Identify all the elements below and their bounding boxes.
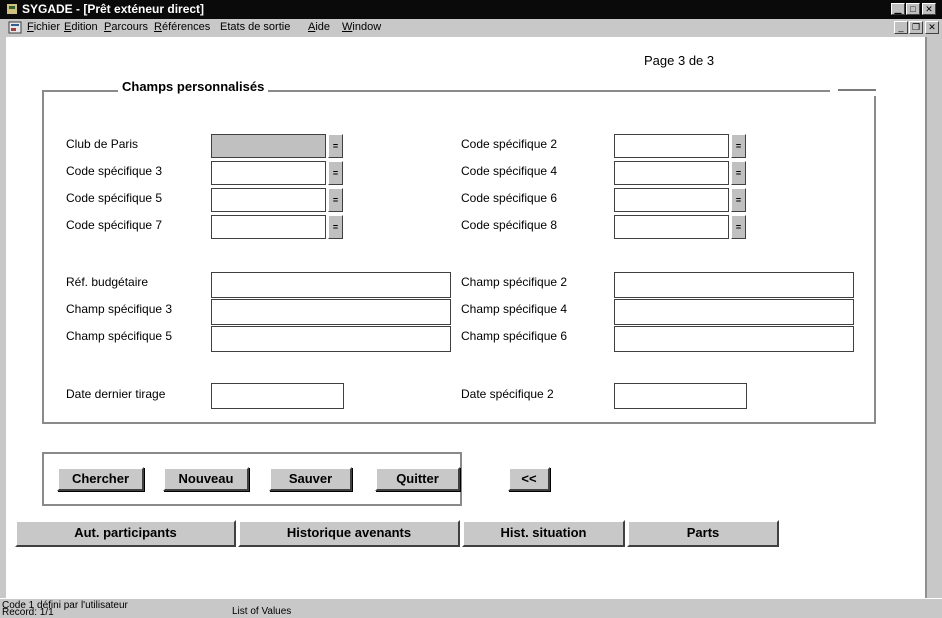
code-3-field[interactable] xyxy=(211,161,326,185)
title-bar: SYGADE - [Prêt exténeur direct] ▁ □ ✕ xyxy=(0,0,942,19)
menu-bar: Fichier Edition Parcours Références Etat… xyxy=(0,19,942,36)
menu-references-label: éférences xyxy=(161,21,211,33)
menu-etats-label: Etats de sortie xyxy=(220,21,291,33)
code-6-field[interactable] xyxy=(614,188,729,212)
code-4-field[interactable] xyxy=(614,161,729,185)
group-frame-tick xyxy=(838,89,876,91)
tab-historique-avenants[interactable]: Historique avenants xyxy=(238,520,460,547)
code-2-label: Code spécifique 2 xyxy=(461,137,558,151)
menu-parcours-label: arcours xyxy=(111,21,149,33)
code-7-lov-button[interactable]: = xyxy=(328,215,343,239)
code-8-label: Code spécifique 8 xyxy=(461,218,558,232)
menu-edition[interactable]: Edition xyxy=(64,21,98,33)
menu-window-mnemonic: W xyxy=(342,21,353,33)
page-indicator: Page 3 de 3 xyxy=(644,53,715,68)
code-6-label: Code spécifique 6 xyxy=(461,191,558,205)
menu-etats-de-sortie[interactable]: Etats de sortie xyxy=(220,21,290,33)
champ-4-field[interactable] xyxy=(614,299,854,325)
status-record: Record: 1/1 xyxy=(2,607,54,618)
club-de-paris-label: Club de Paris xyxy=(66,137,139,151)
group-title: Champs personnalisés xyxy=(118,79,269,94)
menu-window[interactable]: Window xyxy=(342,21,381,33)
code-4-lov-button[interactable]: = xyxy=(731,161,746,185)
document-icon[interactable] xyxy=(8,21,22,34)
code-8-field[interactable] xyxy=(614,215,729,239)
sauver-button[interactable]: Sauver xyxy=(269,467,352,491)
tab-parts[interactable]: Parts xyxy=(627,520,779,547)
champ-2-label: Champ spécifique 2 xyxy=(461,275,568,289)
status-mode: List of Values xyxy=(232,606,292,617)
close-button[interactable]: ✕ xyxy=(922,3,936,15)
club-de-paris-field xyxy=(211,134,326,158)
code-2-lov-button[interactable]: = xyxy=(731,134,746,158)
date-2-field[interactable] xyxy=(614,383,747,409)
code-3-lov-button[interactable]: = xyxy=(328,161,343,185)
nouveau-button[interactable]: Nouveau xyxy=(163,467,249,491)
document-minimize-button[interactable]: _ xyxy=(894,21,908,34)
menu-window-label: indow xyxy=(352,21,382,33)
champ-5-label: Champ spécifique 5 xyxy=(66,329,173,343)
code-5-label: Code spécifique 5 xyxy=(66,191,163,205)
menu-fichier-mnemonic: F xyxy=(27,21,34,33)
code-6-lov-button[interactable]: = xyxy=(731,188,746,212)
menu-edition-label: dition xyxy=(71,21,98,33)
document-close-button[interactable]: ✕ xyxy=(925,21,939,34)
code-4-label: Code spécifique 4 xyxy=(461,164,558,178)
tab-aut-participants[interactable]: Aut. participants xyxy=(15,520,236,547)
minimize-button[interactable]: ▁ xyxy=(891,3,905,15)
menu-fichier-label: ichier xyxy=(33,21,61,33)
previous-page-button[interactable]: << xyxy=(508,467,550,491)
tab-hist-situation[interactable]: Hist. situation xyxy=(462,520,625,547)
ref-budgetaire-field[interactable] xyxy=(211,272,451,298)
date-dernier-tirage-label: Date dernier tirage xyxy=(66,387,166,401)
champ-6-label: Champ spécifique 6 xyxy=(461,329,568,343)
code-7-label: Code spécifique 7 xyxy=(66,218,163,232)
date-dernier-tirage-field[interactable] xyxy=(211,383,344,409)
menu-references[interactable]: Références xyxy=(154,21,210,33)
menu-aide[interactable]: Aide xyxy=(308,21,330,33)
status-bar: Code 1 défini par l'utilisateur Record: … xyxy=(0,598,942,618)
champ-6-field[interactable] xyxy=(614,326,854,352)
chercher-button[interactable]: Chercher xyxy=(57,467,144,491)
code-5-field[interactable] xyxy=(211,188,326,212)
code-7-field[interactable] xyxy=(211,215,326,239)
custom-fields-group xyxy=(42,90,876,424)
quitter-button[interactable]: Quitter xyxy=(375,467,460,491)
menu-parcours[interactable]: Parcours xyxy=(104,21,148,33)
code-8-lov-button[interactable]: = xyxy=(731,215,746,239)
champ-5-field[interactable] xyxy=(211,326,451,352)
menu-fichier[interactable]: Fichier xyxy=(27,21,60,33)
menu-references-mnemonic: R xyxy=(154,21,162,33)
app-icon xyxy=(7,4,17,14)
club-de-paris-lov-button[interactable]: = xyxy=(328,134,343,158)
code-2-field[interactable] xyxy=(614,134,729,158)
champ-3-label: Champ spécifique 3 xyxy=(66,302,173,316)
code-5-lov-button[interactable]: = xyxy=(328,188,343,212)
champ-4-label: Champ spécifique 4 xyxy=(461,302,568,316)
ref-budgetaire-label: Réf. budgétaire xyxy=(66,275,149,289)
champ-2-field[interactable] xyxy=(614,272,854,298)
window-title: SYGADE - [Prêt exténeur direct] xyxy=(22,2,205,16)
date-2-label: Date spécifique 2 xyxy=(461,387,554,401)
champ-3-field[interactable] xyxy=(211,299,451,325)
maximize-button[interactable]: □ xyxy=(906,3,920,15)
menu-aide-label: ide xyxy=(315,21,331,33)
code-3-label: Code spécifique 3 xyxy=(66,164,163,178)
document-restore-button[interactable]: ❐ xyxy=(909,21,923,34)
